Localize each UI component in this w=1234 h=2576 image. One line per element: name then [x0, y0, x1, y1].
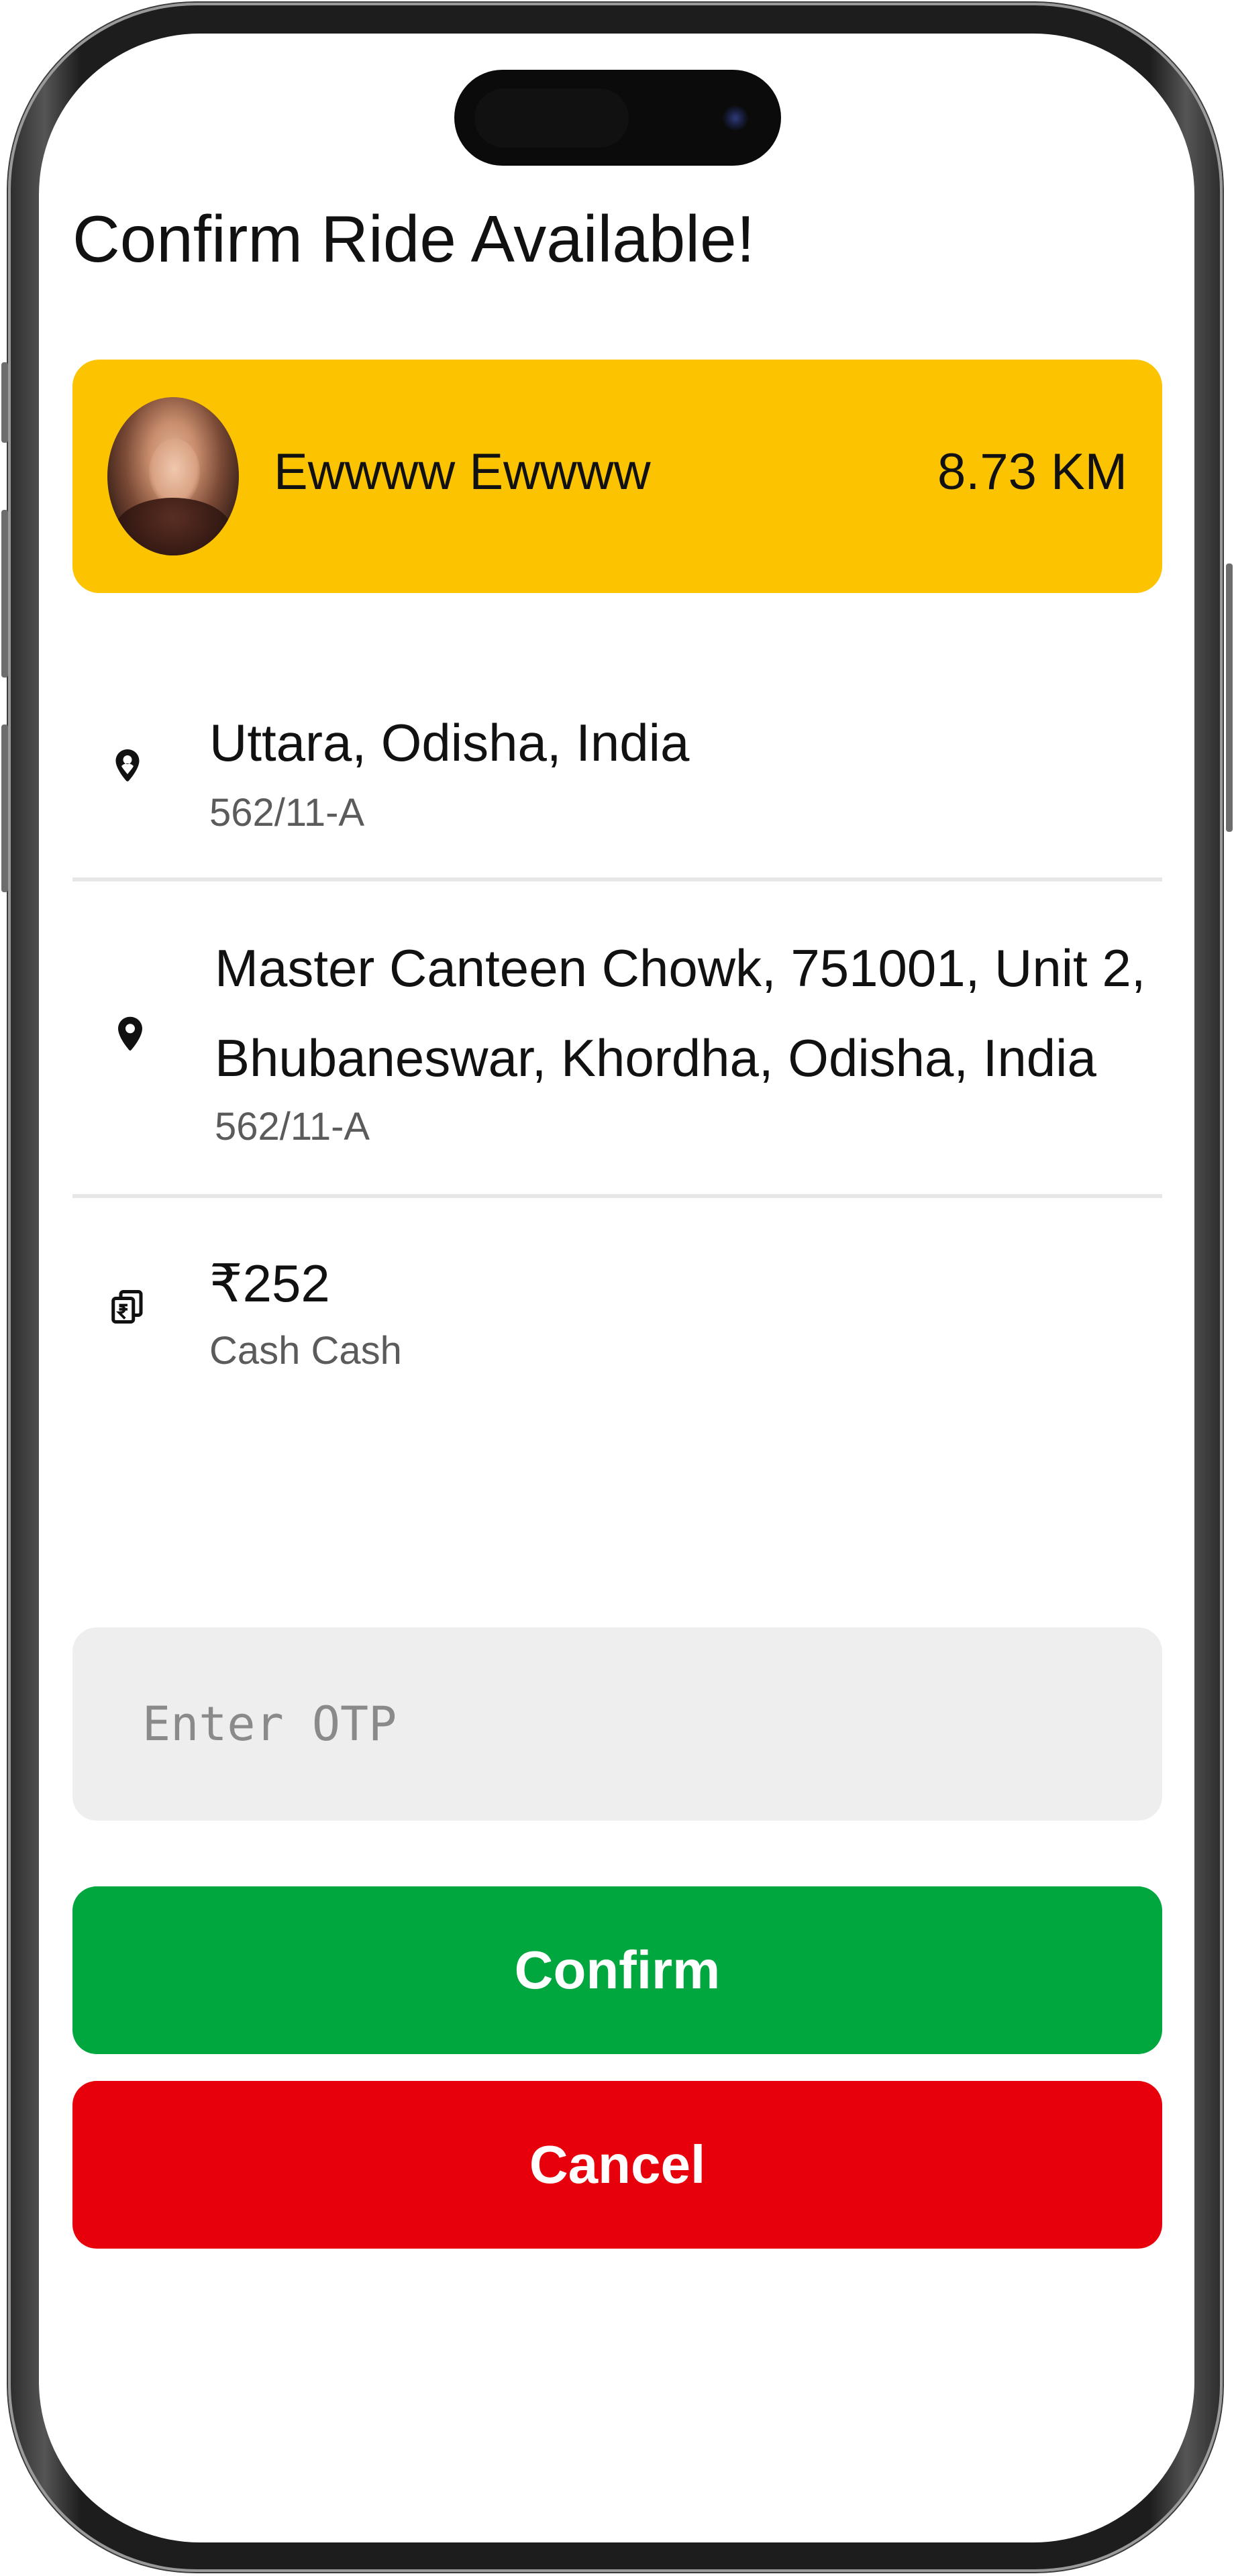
pickup-sub: 562/11-A — [209, 791, 365, 835]
front-camera-icon — [722, 105, 749, 131]
destination-sub: 562/11-A — [215, 1105, 370, 1148]
power-button — [1226, 564, 1233, 832]
map-pin-icon — [118, 1016, 142, 1051]
destination-address-line2: Bhubaneswar, Khordha, Odisha, India — [215, 1028, 1096, 1087]
driver-distance: 8.73 KM — [937, 443, 1127, 500]
cancel-button[interactable]: Cancel — [72, 2081, 1162, 2249]
fare-amount: ₹252 — [209, 1254, 330, 1313]
pickup-location-icon — [115, 749, 140, 782]
payment-method: Cash Cash — [209, 1329, 402, 1373]
action-button — [1, 362, 8, 443]
driver-card[interactable]: Ewwww Ewwww 8.73 KM — [72, 360, 1162, 593]
page-title: Confirm Ride Available! — [72, 202, 755, 276]
otp-input[interactable] — [72, 1627, 1162, 1821]
divider — [72, 877, 1162, 881]
dynamic-island — [454, 70, 781, 166]
volume-down-button — [1, 724, 8, 892]
payment-icon — [111, 1290, 143, 1324]
volume-up-button — [1, 510, 8, 678]
driver-name: Ewwww Ewwww — [274, 443, 651, 500]
face-id-sensor — [474, 89, 629, 148]
divider — [72, 1194, 1162, 1198]
destination-address-line1: Master Canteen Chowk, 751001, Unit 2, — [215, 938, 1146, 998]
driver-avatar — [107, 397, 239, 555]
pickup-address: Uttara, Odisha, India — [209, 713, 690, 772]
confirm-button[interactable]: Confirm — [72, 1886, 1162, 2054]
